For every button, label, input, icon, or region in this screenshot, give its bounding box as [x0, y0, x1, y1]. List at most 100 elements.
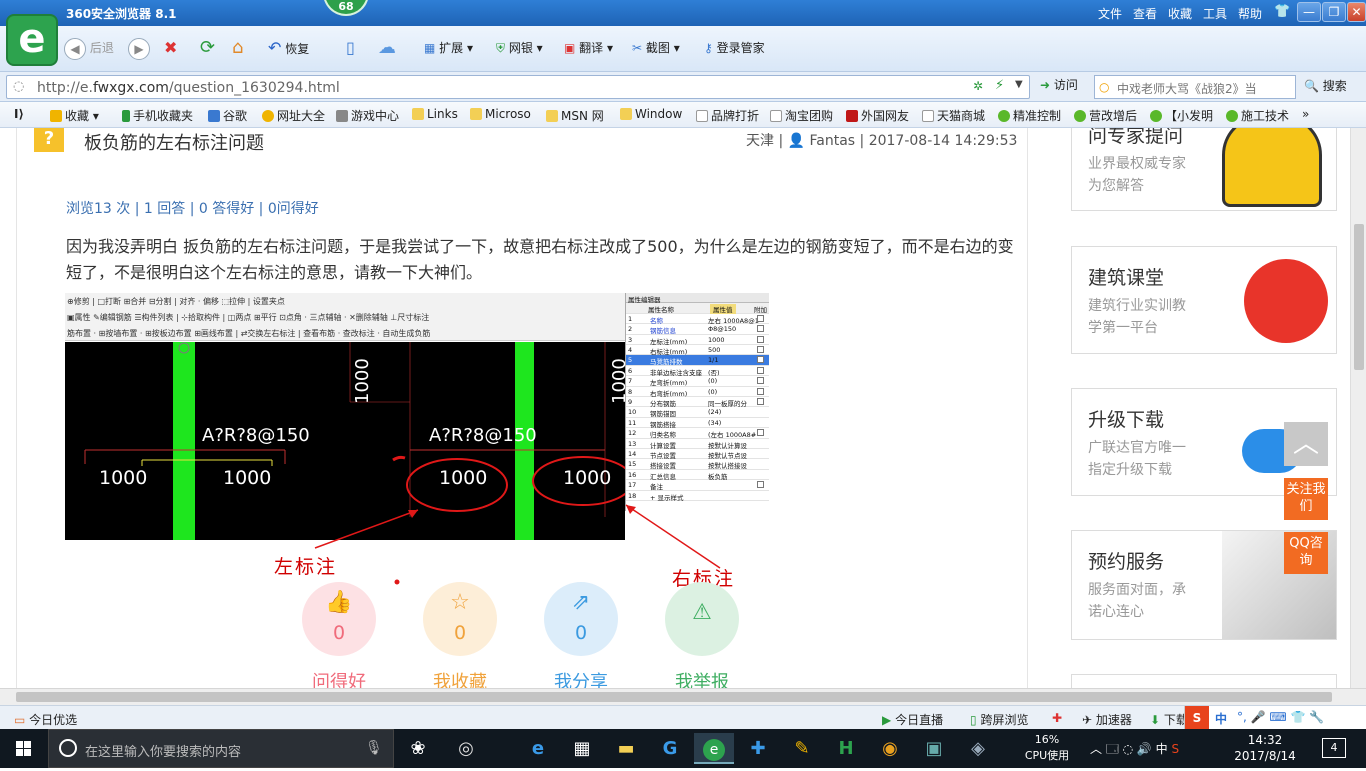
app-plus-icon[interactable]: ✚ [738, 733, 778, 764]
fav-item-hao[interactable]: 网址大全 [262, 107, 325, 124]
property-checkbox[interactable] [757, 398, 764, 405]
skin-icon[interactable]: 👕 [1274, 4, 1290, 19]
property-row[interactable]: 9 分布钢筋 同一板厚的分 [626, 397, 769, 408]
start-button[interactable] [0, 729, 48, 768]
taskbar-search-box[interactable]: 在这里输入你要搜索的内容 🎙 [48, 729, 394, 768]
speed-mode-icon[interactable]: ✲ [973, 79, 983, 93]
property-checkbox[interactable] [757, 429, 764, 437]
property-row[interactable]: 11 钢筋搭接 (34) [626, 418, 769, 429]
question-stats[interactable]: 浏览13 次 | 1 回答 | 0 答得好 | 0问得好 [66, 198, 319, 218]
cloud-icon[interactable]: ☁ [378, 36, 396, 60]
stop-icon[interactable]: ✖ [164, 36, 177, 60]
property-checkbox[interactable] [757, 387, 764, 395]
glodon-icon[interactable]: G [650, 733, 690, 764]
online-banking-button[interactable]: ⛨ 网银 ▾ [496, 36, 543, 60]
share-button[interactable]: ⇗ 0 [544, 582, 618, 656]
property-checkbox[interactable] [757, 377, 764, 385]
fav-item-microsoft[interactable]: Microso [470, 107, 531, 121]
favorites-toggle[interactable]: I⟩ [14, 107, 24, 121]
fav-item-msn[interactable]: MSN 网 [546, 107, 604, 124]
forward-button[interactable]: ▶ [128, 36, 150, 60]
horizontal-scroll-thumb[interactable] [16, 692, 1332, 702]
property-editor[interactable]: 属性编辑器 属性名称 属性值 附加 1 名称 左右 1000A8@1 2 钢筋信息 Φ8@… [625, 293, 769, 511]
cpu-meter[interactable]: 16% CPU使用 [1022, 732, 1072, 764]
menu-file[interactable]: 文件 [1098, 5, 1122, 22]
phone-icon[interactable]: ▯ [346, 36, 355, 60]
property-row[interactable]: 2 钢筋信息 Φ8@150 [626, 324, 769, 335]
fav-item-brand[interactable]: 品牌打折 [696, 107, 759, 124]
card-ask-expert[interactable]: 问专家提问 业界最权威专家 为您解答 [1071, 128, 1337, 211]
dropdown-icon[interactable]: ▼ [1015, 79, 1023, 90]
qq-consult-button[interactable]: QQ咨询 [1284, 532, 1328, 574]
taskbar-clock[interactable]: 14:32 2017/8/14 [1232, 732, 1298, 764]
property-row[interactable]: 13 计算设置 按默认计算设 [626, 439, 769, 450]
cross-screen-browse[interactable]: ▯ 跨屏浏览 [970, 711, 1028, 728]
property-row[interactable]: 7 左弯折(mm) (0) [626, 376, 769, 387]
fav-item-construction[interactable]: 施工技术 [1226, 107, 1289, 124]
search-button[interactable]: 🔍 搜索 [1304, 77, 1347, 94]
menu-view[interactable]: 查看 [1133, 5, 1157, 22]
menu-tools[interactable]: 工具 [1203, 5, 1227, 22]
edge-icon[interactable]: e [518, 733, 558, 764]
today-live[interactable]: ▶ 今日直播 [882, 711, 943, 728]
search-input[interactable]: ○ 中戏老师大骂《战狼2》当 [1094, 75, 1296, 99]
close-button[interactable]: ✕ [1347, 2, 1366, 22]
maximize-button[interactable]: ❐ [1322, 2, 1346, 22]
favorite-button[interactable]: ☆ 0 [423, 582, 497, 656]
fav-item-mobile[interactable]: 手机收藏夹 [122, 107, 193, 124]
fav-item-tmall[interactable]: 天猫商城 [922, 107, 985, 124]
property-row[interactable]: 12 归类名称 (左右 1000A8# [626, 428, 769, 439]
good-question-label[interactable]: 问得好 [294, 668, 384, 688]
property-row[interactable]: 10 钢筋锚固 (24) [626, 407, 769, 418]
back-to-top-button[interactable]: ︿ [1284, 422, 1328, 466]
fav-item-favorites[interactable]: 收藏 ▾ [50, 107, 99, 124]
swirl-app-icon[interactable]: ◎ [446, 733, 486, 764]
fav-item-google[interactable]: 谷歌 [208, 107, 247, 124]
system-tray-icons[interactable]: ︿ 🗔 ◌ 🔊 中 S [1090, 740, 1179, 761]
property-row[interactable]: 6 非单边标注含支座 (否) [626, 366, 769, 377]
vertical-scrollbar[interactable] [1350, 128, 1366, 688]
notepad-icon[interactable]: ✎ [782, 733, 822, 764]
card-building-class[interactable]: 建筑课堂 建筑行业实训教 学第一平台 [1071, 246, 1337, 354]
follow-us-button[interactable]: 关注我们 [1284, 478, 1328, 520]
fav-item-control[interactable]: 精准控制 [998, 107, 1061, 124]
fav-item-invention[interactable]: 【小发明 [1150, 107, 1213, 124]
chrome-icon[interactable]: ◉ [870, 733, 910, 764]
property-checkbox[interactable] [757, 366, 764, 374]
property-row[interactable]: 14 节点设置 按默认节点设 [626, 449, 769, 460]
game-app-icon[interactable]: ▣ [914, 733, 954, 764]
property-row[interactable]: 8 右弯折(mm) (0) [626, 387, 769, 398]
fav-item-games[interactable]: 游戏中心 [336, 107, 399, 124]
property-checkbox[interactable] [757, 325, 764, 333]
screenshot-button[interactable]: ✂ 截图 ▾ [632, 36, 680, 60]
lightning-icon[interactable]: ⚡ [995, 78, 1004, 93]
login-manager-button[interactable]: ⚷ 登录管家 [704, 36, 765, 60]
browser-360-taskbar-icon[interactable]: e [694, 733, 734, 764]
report-button[interactable]: ⚠ [665, 582, 739, 656]
action-center-icon[interactable]: 4 [1322, 738, 1346, 758]
property-row[interactable]: 1 名称 左右 1000A8@1 [626, 314, 769, 325]
favorite-label[interactable]: 我收藏 [415, 668, 505, 688]
translate-button[interactable]: ▣ 翻译 ▾ [564, 36, 613, 60]
property-row[interactable]: 16 汇总信息 板负筋 [626, 470, 769, 481]
menu-help[interactable]: 帮助 [1238, 5, 1262, 22]
property-checkbox[interactable] [757, 346, 764, 353]
vertical-scroll-thumb[interactable] [1354, 224, 1364, 370]
fav-item-windows[interactable]: Window [620, 107, 682, 121]
ime-toolbar[interactable]: S 中 °, 🎤 ⌨ 👕 🔧 [1184, 706, 1366, 730]
fav-item-vat[interactable]: 营改增后 [1074, 107, 1137, 124]
url-input[interactable]: ◌ http://e.fwxgx.com/question_1630294.ht… [6, 75, 1030, 99]
back-button[interactable]: ◀ 后退 [64, 36, 114, 60]
restore-button[interactable]: ↶ 恢复 [268, 36, 309, 60]
visit-button[interactable]: ➜ 访问 [1040, 76, 1078, 93]
fav-item-foreign[interactable]: 外国网友 [846, 107, 909, 124]
share-label[interactable]: 我分享 [536, 668, 626, 688]
property-row[interactable]: 4 右标注(mm) 500 [626, 345, 769, 356]
file-explorer-icon[interactable]: ▬ [606, 733, 646, 764]
report-label[interactable]: 我举报 [657, 668, 747, 688]
h-app-icon[interactable]: H [826, 733, 866, 764]
home-icon[interactable]: ⌂ [232, 36, 243, 60]
today-picks[interactable]: ▭ 今日优选 [14, 711, 77, 728]
notification-badge[interactable]: 68 [323, 0, 369, 16]
fav-item-taobao[interactable]: 淘宝团购 [770, 107, 833, 124]
